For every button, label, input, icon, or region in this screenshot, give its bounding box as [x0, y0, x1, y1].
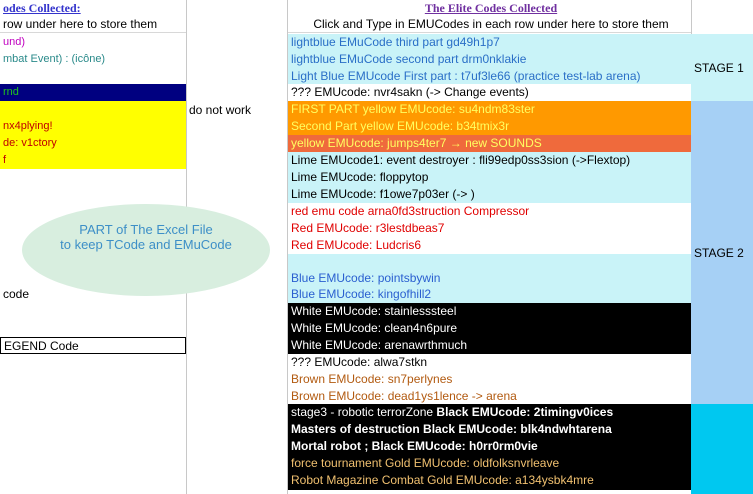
do-not-work-note: do not work [189, 103, 252, 117]
stage-3-cell[interactable] [691, 404, 753, 494]
left-row-1[interactable]: und) [0, 34, 186, 51]
code-row[interactable]: Brown EMUcode: dead1ys1lence -> arena [288, 388, 691, 404]
code-row-text: Robot Magazine Combat Gold EMUcode: a134… [291, 473, 594, 487]
code-row[interactable]: FIRST PART yellow EMUcode: su4ndm83ster [288, 101, 691, 118]
left-subheader: row under here to store them [0, 16, 186, 33]
code-row-text: White EMUcode: arenawrthmuch [291, 338, 468, 352]
left-header: odes Collected: [3, 1, 81, 15]
code-row-text: Lime EMUcode: floppytop [291, 170, 429, 184]
code-row[interactable]: Red EMUcode: r3lestdbeas7 [288, 220, 691, 237]
code-row[interactable]: Lime EMUcode: f1owe7p03er (-> ) [288, 186, 691, 203]
code-row[interactable]: White EMUcode: clean4n6pure [288, 320, 691, 337]
code-row[interactable]: White EMUcode: arenawrthmuch [288, 337, 691, 354]
code-row[interactable]: red emu code arna0fd3struction Compresso… [288, 203, 691, 220]
code-row-text: yellow EMUcode: jumps4ter7 → new SOUNDS [291, 136, 542, 150]
code-row-text: ??? EMUcode: nvr4sakn (-> Change events) [291, 85, 529, 99]
ellipse-line-1: PART of The Excel File [79, 222, 213, 237]
code-row-text: Brown EMUcode: dead1ys1lence -> arena [291, 389, 517, 403]
code-row-text: force tournament Gold EMUcode: oldfolksn… [291, 456, 560, 470]
code-row[interactable]: Blue EMUcode: pointsbywin [288, 254, 691, 286]
code-row-text: Red EMUcode: Ludcris6 [291, 238, 422, 252]
code-row-text: White EMUcode: clean4n6pure [291, 321, 458, 335]
code-row[interactable]: force tournament Gold EMUcode: oldfolksn… [288, 455, 691, 472]
code-row[interactable]: stage3 - robotic terrorZone Black EMUcod… [288, 404, 691, 421]
left-row-yellow-4[interactable]: f [0, 152, 186, 169]
right-header: The Elite Codes Collected [424, 1, 558, 15]
code-row[interactable]: Brown EMUcode: sn7perlynes [288, 371, 691, 388]
left-row-yellow-1[interactable] [0, 101, 186, 118]
excel-file-ellipse-shape[interactable]: PART of The Excel File to keep TCode and… [22, 204, 270, 296]
code-row-text: Masters of destruction Black EMUcode: bl… [291, 422, 612, 436]
code-row-text: Mortal robot ; Black EMUcode: h0rr0rm0vi… [291, 439, 538, 453]
code-row-text: Second Part yellow EMUcode: b34tmix3r [291, 119, 510, 133]
right-column: The Elite Codes Collected Click and Type… [288, 0, 691, 494]
left-row-legend-selected[interactable]: EGEND Code [0, 337, 186, 354]
ellipse-line-2: to keep TCode and EMuCode [60, 237, 232, 252]
left-row-yellow-2[interactable]: nx4plying! [0, 118, 186, 135]
code-row-text: Brown EMUcode: sn7perlynes [291, 372, 453, 386]
code-row[interactable]: lightblue EMuCode third part gd49h1p7 [288, 34, 691, 51]
code-row[interactable]: ??? EMUcode: alwa7stkn [288, 354, 691, 371]
stage-2-cell[interactable]: STAGE 2 [691, 101, 753, 404]
code-row-text: White EMUcode: stainlesssteel [291, 304, 457, 318]
code-row[interactable]: yellow EMUcode: jumps4ter7 → new SOUNDS [288, 135, 691, 152]
code-row[interactable]: Masters of destruction Black EMUcode: bl… [288, 421, 691, 438]
left-row-navy[interactable]: rnd [0, 84, 186, 101]
stage-1-cell[interactable]: STAGE 1 [691, 34, 753, 101]
code-row-text: Lime EMUcode: f1owe7p03er (-> ) [291, 187, 475, 201]
code-row-text: Blue EMUcode: kingofhill2 [291, 287, 432, 301]
code-row-text: Red EMUcode: r3lestdbeas7 [291, 221, 445, 235]
code-row[interactable]: Red EMUcode: Ludcris6 [288, 237, 691, 254]
code-row-text: Blue EMUcode: pointsbywin [291, 271, 441, 285]
code-row[interactable]: Light Blue EMUcode First part : t7uf3le6… [288, 68, 691, 84]
code-row[interactable]: lightblue EMuCode second part drm0nklaki… [288, 51, 691, 68]
code-row-text: red emu code arna0fd3struction Compresso… [291, 204, 530, 218]
code-row[interactable]: Second Part yellow EMUcode: b34tmix3r [288, 118, 691, 135]
left-row-2[interactable]: mbat Event) : (icône) [0, 51, 186, 68]
left-row-yellow-3[interactable]: de: v1ctory [0, 135, 186, 152]
code-row[interactable]: Robot Magazine Combat Gold EMUcode: a134… [288, 472, 691, 490]
code-row[interactable]: Lime EMUcode1: event destroyer : fli99ed… [288, 152, 691, 169]
code-row-text: lightblue EMuCode second part drm0nklaki… [291, 52, 527, 66]
code-row[interactable]: Blue EMUcode: kingofhill2 [288, 286, 691, 303]
code-row[interactable]: ??? EMUcode: nvr4sakn (-> Change events) [288, 84, 691, 101]
code-row[interactable]: Mortal robot ; Black EMUcode: h0rr0rm0vi… [288, 438, 691, 455]
code-row-text: Light Blue EMUcode First part : t7uf3le6… [291, 69, 641, 83]
code-row-bold-text: Black EMUcode: 2timingv0ices [436, 405, 614, 419]
right-subheader: Click and Type in EMUCodes in each row u… [288, 16, 691, 33]
code-row-text: Lime EMUcode1: event destroyer : fli99ed… [291, 153, 631, 167]
code-row-text: FIRST PART yellow EMUcode: su4ndm83ster [291, 102, 535, 116]
code-row-text: lightblue EMuCode third part gd49h1p7 [291, 35, 500, 49]
code-row[interactable]: Lime EMUcode: floppytop [288, 169, 691, 186]
code-row-text: stage3 - robotic terrorZone [291, 405, 437, 419]
code-row[interactable]: White EMUcode: stainlesssteel [288, 303, 691, 320]
code-row-text: ??? EMUcode: alwa7stkn [291, 355, 428, 369]
